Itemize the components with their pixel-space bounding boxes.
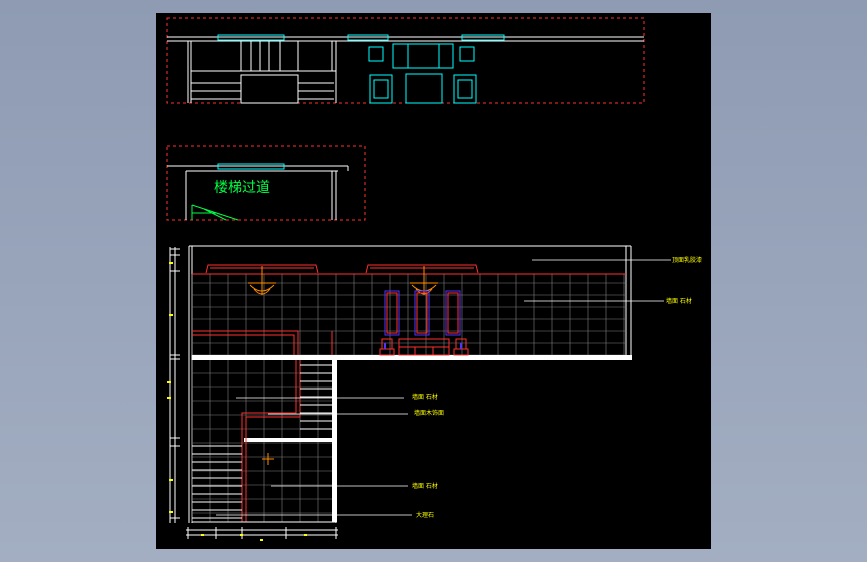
stair-plan: 楼梯过道	[166, 145, 366, 221]
stair-wall	[332, 360, 337, 522]
horizontal-dimension	[186, 527, 338, 539]
cad-drawing: 楼梯过道 顶面乳胶漆 墙面 石材 墙面 石材 墙面木饰面 墙面 石材 大理石	[166, 17, 702, 541]
ceiling-soffits	[192, 264, 626, 275]
top-plan	[166, 17, 645, 104]
callout-label: 墙面 石材	[666, 297, 692, 305]
callout-labels: 顶面乳胶漆 墙面 石材 墙面 石材 墙面木饰面 墙面 石材 大理石	[412, 256, 702, 519]
room-outline	[188, 245, 632, 523]
callout-label: 墙面 石材	[412, 482, 438, 490]
vertical-dimension	[169, 247, 180, 523]
upper-wall-tile-grid	[191, 274, 626, 356]
cad-viewport[interactable]: 楼梯过道 顶面乳胶漆 墙面 石材 墙面 石材 墙面木饰面 墙面 石材 大理石	[156, 13, 711, 549]
leader-lines	[216, 259, 671, 516]
elevation: 顶面乳胶漆 墙面 石材 墙面 石材 墙面木饰面 墙面 石材 大理石	[167, 245, 702, 541]
sofa-set	[379, 338, 469, 356]
stair-corridor-label: 楼梯过道	[214, 180, 270, 196]
callout-label: 墙面 石材	[412, 393, 438, 401]
sofa-legs	[384, 343, 462, 349]
floor-slab	[192, 355, 632, 360]
callout-label: 墙面木饰面	[414, 409, 444, 417]
callout-label: 顶面乳胶漆	[672, 256, 702, 264]
landing-slab	[244, 438, 332, 442]
chandelier-icon	[248, 266, 276, 295]
stair-treads-upper	[300, 364, 332, 430]
decorative-panels	[384, 290, 461, 336]
living-furniture	[368, 43, 477, 104]
callout-label: 大理石	[416, 511, 434, 519]
